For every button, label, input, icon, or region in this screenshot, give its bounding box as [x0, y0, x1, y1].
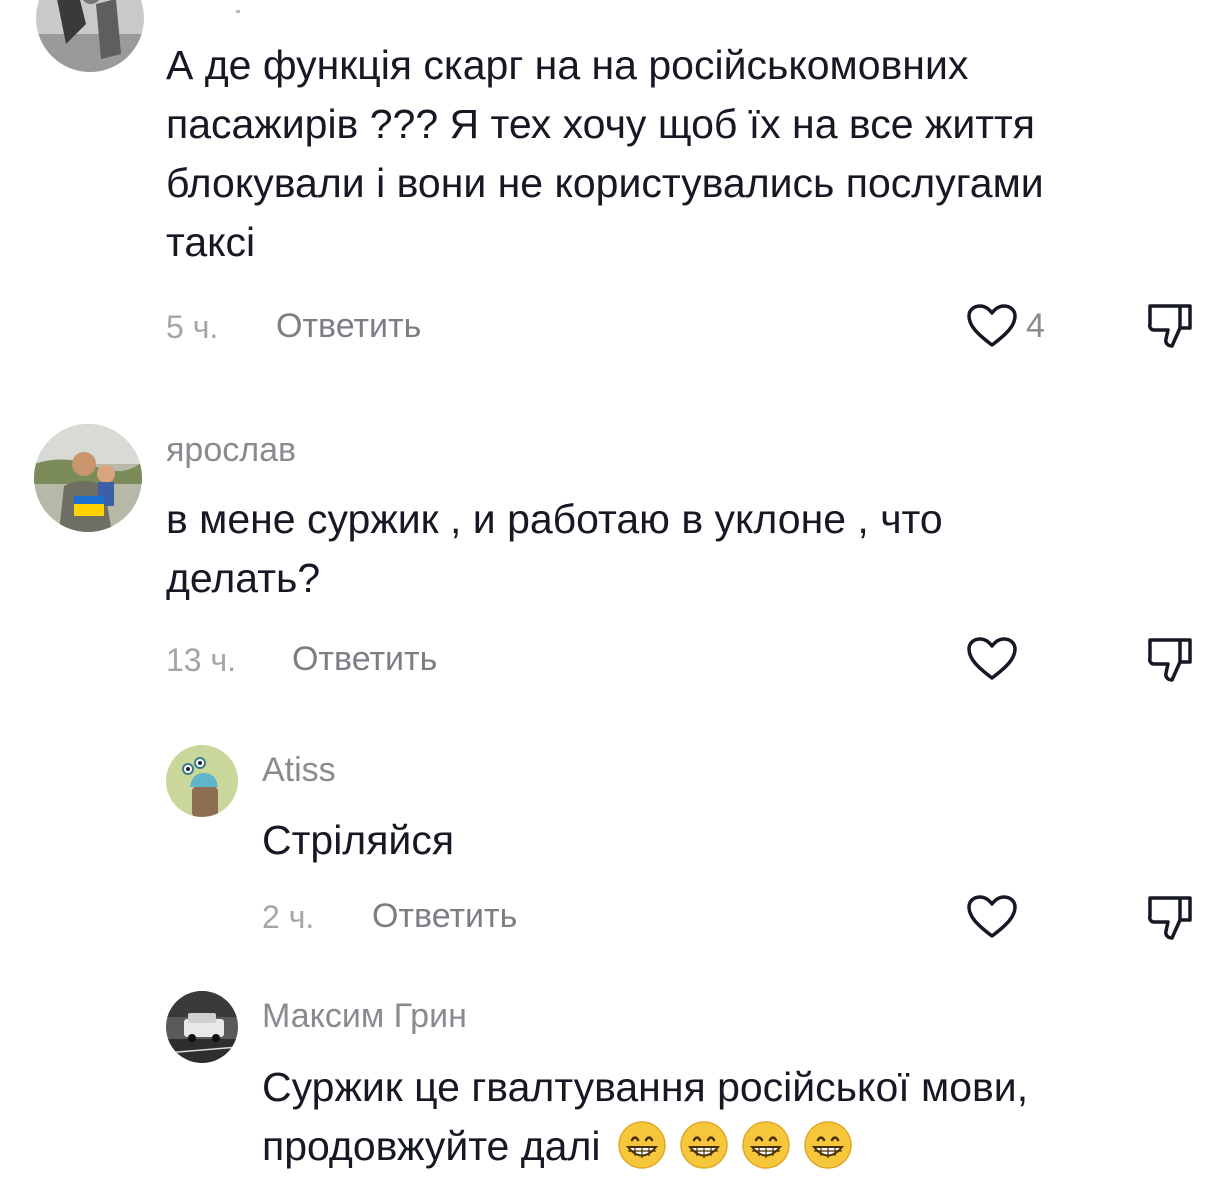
reply-button[interactable]: Ответить — [276, 309, 421, 343]
reply-button[interactable]: Ответить — [372, 899, 517, 933]
grinning-face-emoji — [617, 1120, 667, 1170]
grinning-face-emoji — [679, 1120, 729, 1170]
comment-time: 13 ч. — [166, 642, 237, 678]
avatar[interactable] — [166, 991, 238, 1063]
avatar[interactable] — [166, 745, 238, 817]
comment-line: А де функція скарг на на російськомовних — [166, 42, 969, 88]
comment-line: блокували і вони не користувались послуг… — [166, 160, 1044, 206]
avatar[interactable] — [36, 0, 144, 72]
comment-text: Суржик це гвалтування російської мови, п… — [262, 1058, 1028, 1176]
like-count: 4 — [1026, 307, 1045, 345]
comment-line: таксі — [166, 219, 256, 265]
username[interactable]: ярослав — [166, 433, 296, 467]
comment-line: пасажирів ??? Я тех хочу щоб їх на все ж… — [166, 101, 1035, 147]
comment-line: в мене суржик , и работаю в уклоне , что — [166, 496, 943, 542]
comment-line: делать? — [166, 555, 321, 601]
comment-line: Стріляйся — [262, 817, 455, 863]
grinning-face-emoji — [741, 1120, 791, 1170]
thumbs-down-icon[interactable] — [1144, 300, 1194, 350]
heart-icon[interactable] — [966, 636, 1018, 682]
comment-text: в мене суржик , и работаю в уклоне , что… — [166, 490, 943, 608]
username[interactable]: Максим Грин — [262, 999, 467, 1033]
heart-icon[interactable] — [966, 894, 1018, 940]
heart-icon[interactable] — [966, 303, 1018, 349]
reply-button[interactable]: Ответить — [292, 642, 437, 676]
avatar[interactable] — [34, 424, 142, 532]
grinning-face-emoji — [803, 1120, 853, 1170]
divider-dot — [236, 10, 240, 13]
username[interactable]: Atiss — [262, 753, 336, 787]
comment-line: Суржик це гвалтування російської мови, — [262, 1064, 1029, 1110]
comment-text: А де функція скарг на на російськомовних… — [166, 36, 1044, 272]
comment-time: 5 ч. — [166, 309, 219, 345]
comment-line-with-emoji: продовжуйте далі — [262, 1117, 1028, 1176]
comment-text: Стріляйся — [262, 811, 454, 870]
comment-line: продовжуйте далі — [262, 1123, 601, 1169]
thumbs-down-icon[interactable] — [1144, 634, 1194, 684]
comment-time: 2 ч. — [262, 899, 315, 935]
thumbs-down-icon[interactable] — [1144, 892, 1194, 942]
